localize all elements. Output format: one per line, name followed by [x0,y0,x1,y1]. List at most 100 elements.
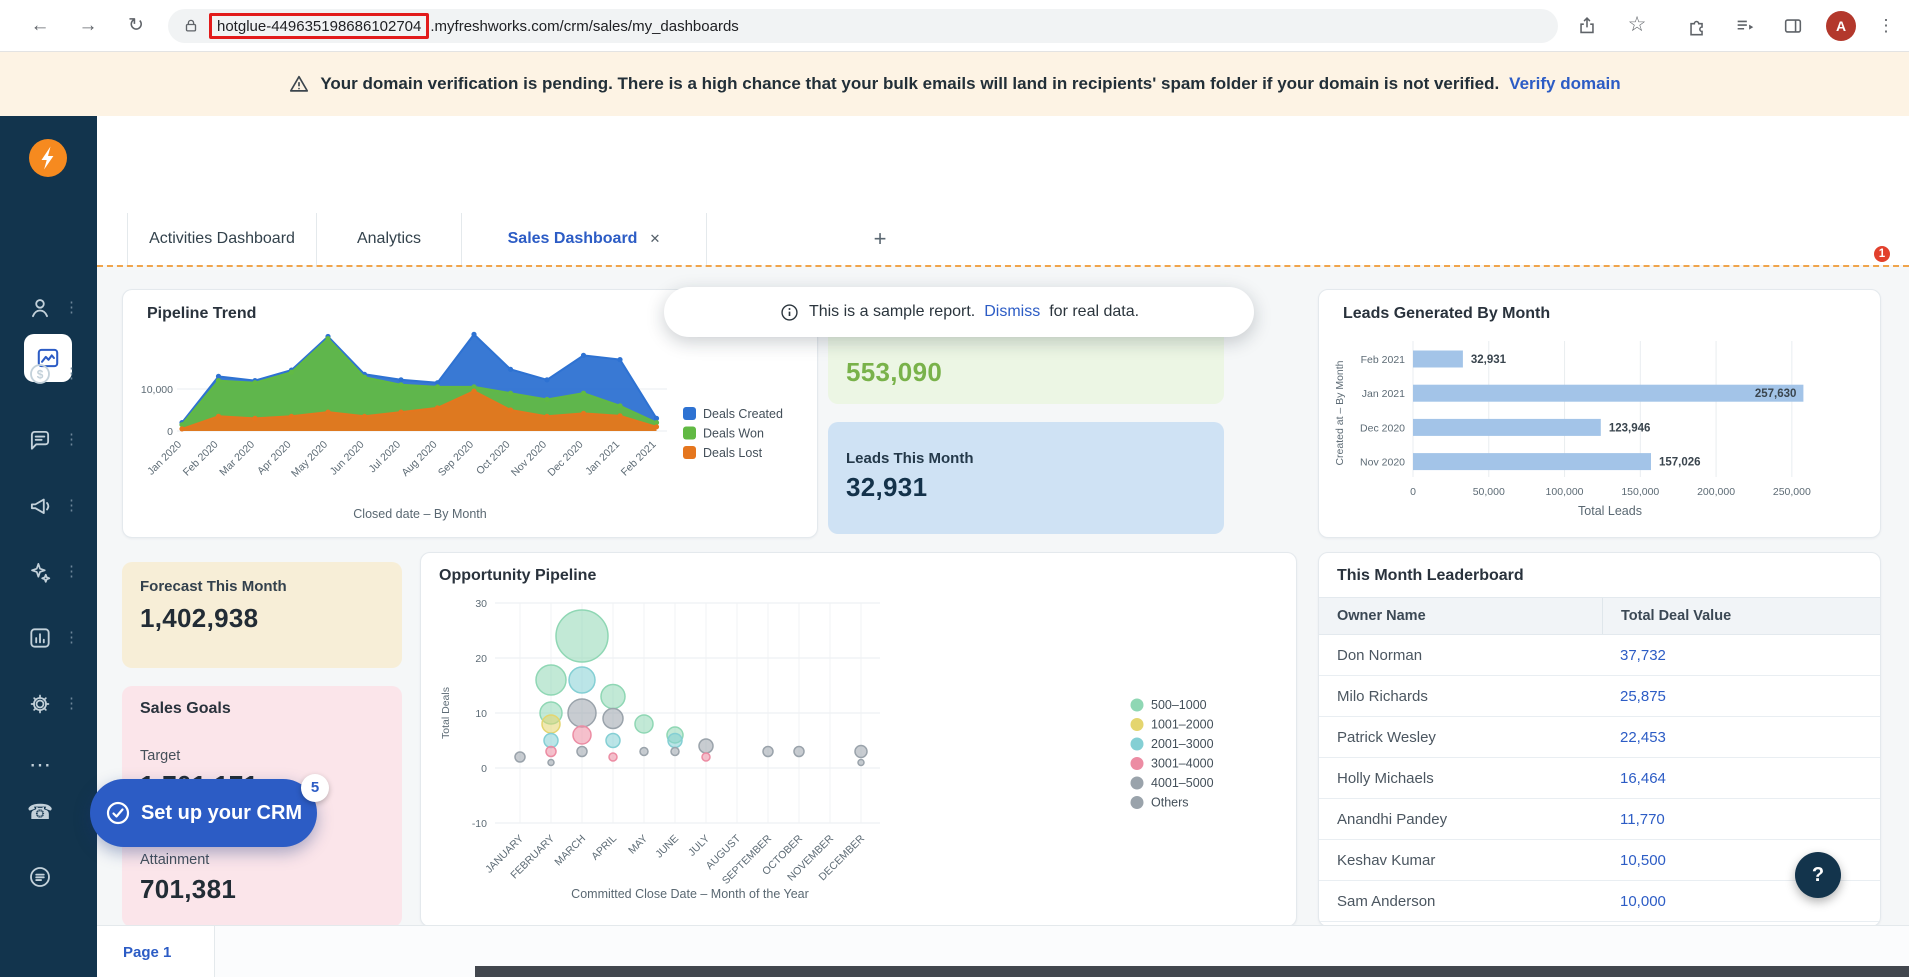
table-row: Holly Michaels 16,464 [1319,758,1880,799]
owner-name: Patrick Wesley [1337,728,1436,746]
tab-sales-dashboard[interactable]: Sales Dashboard ✕ [462,213,707,265]
svg-text:Closed date – By Month: Closed date – By Month [353,507,486,521]
sidebar-kebab-campaigns[interactable]: ⋮ [64,494,79,518]
forecast-label: Forecast This Month [140,578,287,595]
svg-text:Dec 2020: Dec 2020 [545,439,585,479]
sidebar-kebab-deals[interactable]: ⋮ [64,362,79,386]
sidebar-kebab-contacts[interactable]: ⋮ [64,296,79,320]
taskbar-sliver [475,966,1909,977]
page-tab-label: Page 1 [123,943,172,961]
browser-back-button[interactable]: ← [26,13,54,41]
owner-name: Keshav Kumar [1337,851,1436,869]
warning-icon [288,73,310,95]
svg-text:Created at – By Month: Created at – By Month [1334,360,1346,465]
url-subdomain: hotglue-449635198686102704 [217,17,422,35]
sidebar-item-more[interactable]: ⋯ [27,754,53,780]
domain-warning-banner: Your domain verification is pending. The… [0,52,1909,116]
deal-value-link[interactable]: 11,770 [1602,811,1665,828]
sidebar-item-contacts[interactable] [27,295,53,321]
extensions-icon[interactable] [1686,15,1708,37]
page-tab[interactable]: Page 1 [97,926,215,977]
svg-text:Feb 2021: Feb 2021 [619,439,659,479]
owner-name: Milo Richards [1337,687,1428,705]
svg-text:$: $ [37,367,44,381]
bookmark-star-icon[interactable]: ☆ [1623,12,1651,40]
leads-month-value: 32,931 [846,472,928,502]
sample-report-toast: This is a sample report. Dismiss for rea… [664,287,1254,337]
deal-value-link[interactable]: 10,500 [1602,852,1666,869]
forecast-value: 1,402,938 [140,603,259,633]
sidebar-item-analytics[interactable] [27,625,53,651]
svg-text:1001–2000: 1001–2000 [1151,718,1214,732]
browser-profile-avatar[interactable]: A [1826,11,1856,41]
tab-label: Sales Dashboard [507,230,638,247]
reading-list-icon[interactable] [1734,15,1756,37]
help-button[interactable]: ? [1795,852,1841,898]
sidebar-item-phone[interactable]: ☎ [27,800,53,826]
setup-crm-button[interactable]: Set up your CRM 5 [90,774,329,847]
owner-name: Don Norman [1337,646,1423,664]
table-row: Patrick Wesley 22,453 [1319,717,1880,758]
freshworks-logo[interactable] [28,138,68,178]
sidebar-item-conversations[interactable] [27,427,53,453]
browser-toolbar: ← → ↻ hotglue-449635198686102704 .myfres… [0,0,1909,52]
close-tab-icon[interactable]: ✕ [649,231,660,247]
svg-text:157,026: 157,026 [1659,457,1701,469]
share-icon[interactable] [1576,15,1598,37]
table-row: Sam Anderson 10,000 [1319,881,1880,922]
deal-value-link[interactable]: 10,000 [1602,893,1666,910]
svg-text:MAY: MAY [626,833,650,857]
leads-by-month-chart: 0 50,000 100,000 150,000 200,000 250,000 Feb 2… [1334,341,1811,518]
browser-reload-button[interactable]: ↻ [122,13,150,41]
deal-value-link[interactable]: 16,464 [1602,770,1666,787]
leaderboard-header-row: Owner Name Total Deal Value [1319,597,1880,635]
deal-value-link[interactable]: 37,732 [1602,647,1666,664]
browser-menu-kebab-icon[interactable]: ⋮ [1872,13,1900,41]
svg-text:3001–4000: 3001–4000 [1151,757,1214,771]
leaderboard-title: This Month Leaderboard [1337,567,1524,584]
svg-text:Sep 2020: Sep 2020 [436,439,476,479]
setup-crm-label: Set up your CRM [140,801,303,824]
sidebar-item-sequences[interactable] [27,559,53,585]
banner-message: Your domain verification is pending. The… [320,74,1500,93]
svg-text:4001–5000: 4001–5000 [1151,776,1214,790]
svg-text:250,000: 250,000 [1773,486,1811,498]
deal-value-link[interactable]: 25,875 [1602,688,1666,705]
url-bar[interactable]: hotglue-449635198686102704 .myfreshworks… [168,9,1558,43]
svg-text:JULY: JULY [686,833,712,859]
svg-text:Oct 2020: Oct 2020 [474,439,513,478]
svg-text:123,946: 123,946 [1609,422,1651,434]
app-header: All ⌄ 19 days free trial • Freshsales | … [97,116,1909,296]
sidebar-kebab-settings[interactable]: ⋮ [64,692,79,716]
table-row: Anandhi Pandey 11,770 [1319,799,1880,840]
add-dashboard-tab-button[interactable]: + [865,225,895,255]
verify-domain-link[interactable]: Verify domain [1509,74,1620,94]
leads-by-month-card: Leads Generated By Month 0 50,000 100,000 1… [1318,289,1881,538]
tab-analytics[interactable]: Analytics [317,213,462,265]
dashboard-content: Pipeline Trend 0 10,000 Jan 2020 Feb 2020 Ma… [97,265,1909,927]
svg-text:Jun 2020: Jun 2020 [328,439,367,478]
owner-name: Anandhi Pandey [1337,810,1448,828]
svg-text:Jul 2020: Jul 2020 [367,439,404,476]
sidebar-kebab-analytics[interactable]: ⋮ [64,626,79,650]
svg-text:0: 0 [167,426,173,438]
attainment-value: 701,381 [140,874,237,904]
leads-by-month-title: Leads Generated By Month [1343,305,1551,322]
sidebar-item-campaigns[interactable] [27,493,53,519]
sidebar-item-feed[interactable] [27,864,53,890]
notification-count-badge: 1 [1872,244,1892,264]
svg-text:APRIL: APRIL [589,833,619,863]
dismiss-link[interactable]: Dismiss [984,303,1040,321]
svg-text:Dec 2020: Dec 2020 [1360,422,1405,434]
sidebar-kebab-conversations[interactable]: ⋮ [64,428,79,452]
browser-forward-button[interactable]: → [74,13,102,41]
tab-activities-dashboard[interactable]: Activities Dashboard [127,213,317,265]
svg-text:500–1000: 500–1000 [1151,698,1207,712]
svg-text:Committed Close Date – Month o: Committed Close Date – Month of the Year [571,887,809,901]
deal-value-link[interactable]: 22,453 [1602,729,1666,746]
sidebar-kebab-sequences[interactable]: ⋮ [64,560,79,584]
sidebar-item-settings[interactable] [27,691,53,717]
side-panel-icon[interactable] [1782,15,1804,37]
leaderboard-col-total-deal-value: Total Deal Value [1602,598,1880,634]
sidebar-item-deals[interactable]: $ [27,361,53,387]
